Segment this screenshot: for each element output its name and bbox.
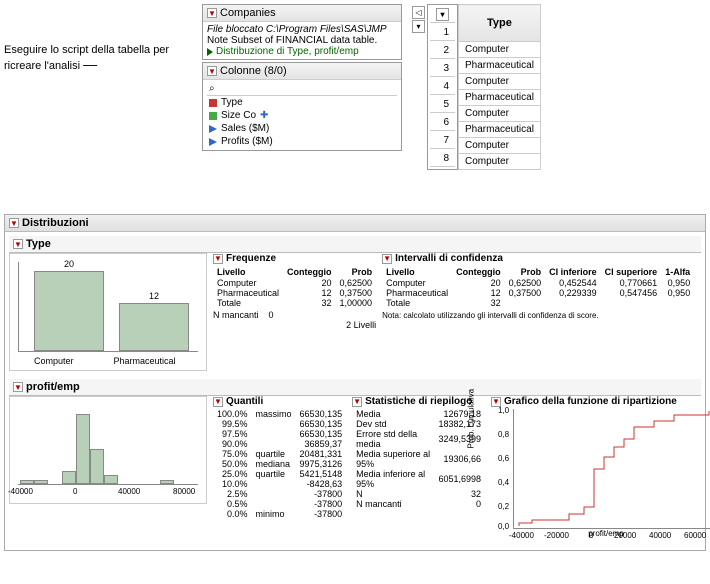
disclose-icon[interactable]: ▼	[491, 397, 501, 407]
nav-left-icon[interactable]: ◁	[412, 6, 425, 19]
data-cell[interactable]: Pharmaceutical	[459, 90, 541, 106]
annotation-text: Eseguire lo script della tabella per ric…	[4, 4, 194, 170]
ci-table: ▼Intervalli di confidenza LivelloContegg…	[382, 253, 694, 320]
columns-title: Colonne (8/0)	[220, 65, 287, 77]
data-grid: ◁ ▾ ▾ 1 2 3 4 5 6 7 8 Type Computer Phar…	[410, 4, 541, 170]
frequenze-table: ▼Frequenze LivelloConteggioProb Computer…	[213, 253, 376, 330]
disclose-icon[interactable]: ▼	[213, 397, 223, 407]
type-dist-title: Type	[26, 238, 51, 250]
column-item[interactable]: Size Co ✚	[207, 109, 397, 122]
cdf-line	[514, 409, 710, 529]
continuous-icon	[209, 125, 217, 133]
disclose-icon[interactable]: ▼	[213, 254, 223, 264]
disclose-icon[interactable]: ▼	[9, 218, 19, 228]
columns-panel: ▼ Colonne (8/0) Type Size Co ✚ Sales ($M…	[202, 62, 402, 151]
file-path-line: File bloccato C:\Program Files\SAS\JMP	[207, 24, 397, 35]
column-item[interactable]: Sales ($M)	[207, 122, 397, 135]
type-bar-chart: 20 12 Computer Pharmaceutical	[9, 253, 207, 371]
column-search-input[interactable]	[207, 82, 397, 96]
ordinal-icon	[209, 112, 217, 120]
play-icon	[207, 48, 213, 56]
continuous-icon	[209, 138, 217, 146]
companies-panel: ▼ Companies File bloccato C:\Program Fil…	[202, 4, 402, 60]
data-cell[interactable]: Pharmaceutical	[459, 122, 541, 138]
data-cell[interactable]: Computer	[459, 154, 541, 170]
distribuzioni-title: Distribuzioni	[22, 217, 89, 229]
disclose-icon[interactable]: ▼	[382, 254, 392, 264]
nominal-icon	[209, 99, 217, 107]
column-item[interactable]: Type	[207, 96, 397, 109]
summary-stats-table: ▼Statistiche di riepilogo Media12679,18D…	[352, 396, 485, 509]
data-cell[interactable]: Computer	[459, 138, 541, 154]
disclose-icon[interactable]: ▼	[13, 382, 23, 392]
profit-dist-title: profit/emp	[26, 381, 80, 393]
data-cell[interactable]: Computer	[459, 42, 541, 58]
column-item[interactable]: Profits ($M)	[207, 135, 397, 148]
cdf-chart: ▼Grafico della funzione di ripartizione …	[491, 396, 701, 538]
data-cell[interactable]: Computer	[459, 74, 541, 90]
data-cell[interactable]: Computer	[459, 106, 541, 122]
data-cell[interactable]: Pharmaceutical	[459, 58, 541, 74]
profit-histogram: -40000 0 40000 80000	[9, 396, 207, 504]
distributions-window: ▼ Distribuzioni ▼ Type 20 12 Computer Ph…	[4, 214, 706, 551]
disclose-icon[interactable]: ▼	[207, 66, 217, 76]
note-line: Note Subset of FINANCIAL data table.	[207, 35, 397, 46]
row-number-column: ▾ 1 2 3 4 5 6 7 8	[427, 4, 458, 170]
corner-menu-icon[interactable]: ▾	[436, 8, 449, 21]
script-run-line[interactable]: Distribuzione di Type, profit/emp	[207, 46, 397, 57]
disclose-icon[interactable]: ▼	[352, 397, 362, 407]
nav-menu-icon[interactable]: ▾	[412, 20, 425, 33]
companies-title: Companies	[220, 7, 276, 19]
disclose-icon[interactable]: ▼	[207, 8, 217, 18]
quantili-table: ▼Quantili 100.0%massimo66530,13599.5%665…	[213, 396, 346, 519]
disclose-icon[interactable]: ▼	[13, 239, 23, 249]
type-column: Type Computer Pharmaceutical Computer Ph…	[458, 4, 541, 170]
column-header[interactable]: Type	[459, 5, 541, 42]
